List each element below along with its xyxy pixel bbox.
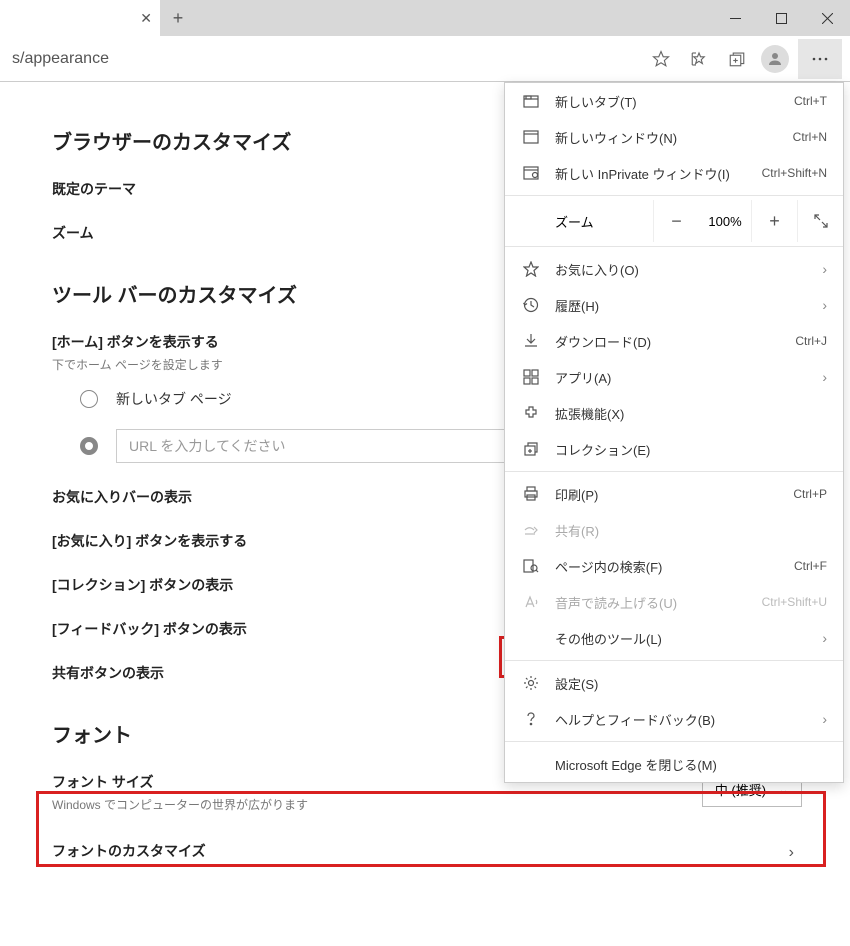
menu-settings[interactable]: 設定(S)	[505, 665, 843, 701]
menu-read-aloud: 音声で読み上げる(U) Ctrl+Shift+U	[505, 584, 843, 620]
menu-separator	[505, 195, 843, 196]
collections-icon[interactable]	[718, 40, 756, 78]
menu-share: 共有(R)	[505, 512, 843, 548]
radio-label: 新しいタブ ページ	[116, 389, 232, 409]
menu-history[interactable]: 履歴(H) ›	[505, 287, 843, 323]
menu-separator	[505, 741, 843, 742]
zoom-in-button[interactable]: +	[751, 200, 797, 242]
menu-find[interactable]: ページ内の検索(F) Ctrl+F	[505, 548, 843, 584]
menu-separator	[505, 660, 843, 661]
history-icon	[521, 297, 541, 313]
menu-new-tab[interactable]: 新しいタブ(T) Ctrl+T	[505, 83, 843, 119]
more-menu-button[interactable]	[798, 39, 842, 79]
collections-icon	[521, 441, 541, 457]
menu-separator	[505, 471, 843, 472]
address-bar: s/appearance	[0, 36, 850, 82]
chevron-right-icon: ›	[822, 369, 827, 385]
menu-collections[interactable]: コレクション(E)	[505, 431, 843, 467]
chevron-right-icon: ›	[822, 261, 827, 277]
maximize-button[interactable]	[758, 0, 804, 36]
apps-icon	[521, 369, 541, 385]
menu-help[interactable]: ヘルプとフィードバック(B) ›	[505, 701, 843, 737]
menu-extensions[interactable]: 拡張機能(X)	[505, 395, 843, 431]
menu-new-window[interactable]: 新しいウィンドウ(N) Ctrl+N	[505, 119, 843, 155]
help-icon	[521, 711, 541, 727]
gear-icon	[521, 675, 541, 691]
menu-other-tools[interactable]: その他のツール(L) ›	[505, 620, 843, 656]
url-text[interactable]: s/appearance	[8, 50, 642, 68]
menu-zoom: ズーム − 100% +	[505, 200, 843, 242]
close-tab-icon[interactable]: ✕	[140, 10, 152, 27]
browser-tab[interactable]: ✕	[0, 0, 160, 36]
font-customize-label: フォントのカスタマイズ	[52, 841, 206, 861]
zoom-value: 100%	[699, 214, 751, 229]
print-icon	[521, 486, 541, 502]
find-icon	[521, 558, 541, 574]
menu-favorites[interactable]: お気に入り(O) ›	[505, 251, 843, 287]
radio-icon-selected	[80, 437, 98, 455]
font-size-label: フォント サイズ	[52, 772, 308, 792]
download-icon	[521, 333, 541, 349]
menu-apps[interactable]: アプリ(A) ›	[505, 359, 843, 395]
favorites-icon[interactable]	[680, 40, 718, 78]
chevron-right-icon: ›	[822, 297, 827, 313]
chevron-right-icon: ›	[789, 844, 794, 862]
chevron-down-icon: ⌄	[778, 782, 789, 798]
profile-avatar[interactable]	[756, 40, 794, 78]
window-controls	[712, 0, 850, 36]
new-window-icon	[521, 129, 541, 145]
font-customize-row[interactable]: フォントのカスタマイズ ›	[52, 841, 850, 865]
radio-icon	[80, 390, 98, 408]
menu-inprivate[interactable]: 新しい InPrivate ウィンドウ(I) Ctrl+Shift+N	[505, 155, 843, 191]
fullscreen-button[interactable]	[797, 200, 843, 242]
share-icon	[521, 522, 541, 538]
font-size-subtext: Windows でコンピューターの世界が広がります	[52, 796, 308, 813]
menu-downloads[interactable]: ダウンロード(D) Ctrl+J	[505, 323, 843, 359]
new-tab-icon	[521, 93, 541, 109]
star-icon	[521, 261, 541, 277]
favorite-star-icon[interactable]	[642, 40, 680, 78]
menu-print[interactable]: 印刷(P) Ctrl+P	[505, 476, 843, 512]
menu-separator	[505, 246, 843, 247]
read-aloud-icon	[521, 594, 541, 610]
new-tab-button[interactable]: +	[160, 0, 196, 36]
menu-close-edge[interactable]: Microsoft Edge を閉じる(M)	[505, 746, 843, 782]
extension-icon	[521, 405, 541, 421]
zoom-out-button[interactable]: −	[653, 200, 699, 242]
chevron-right-icon: ›	[822, 711, 827, 727]
chevron-right-icon: ›	[822, 630, 827, 646]
more-menu: 新しいタブ(T) Ctrl+T 新しいウィンドウ(N) Ctrl+N 新しい I…	[504, 82, 844, 783]
close-window-button[interactable]	[804, 0, 850, 36]
inprivate-icon	[521, 165, 541, 181]
minimize-button[interactable]	[712, 0, 758, 36]
titlebar: ✕ +	[0, 0, 850, 36]
